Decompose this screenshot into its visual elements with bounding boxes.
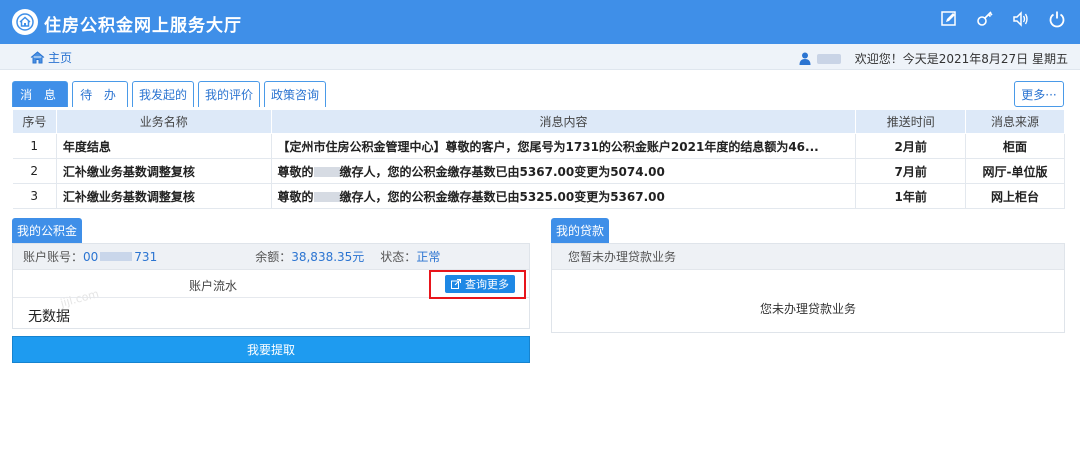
row-content-text-b: 缴存人，您的公积金缴存基数已由5325.00变更为5367.00 <box>339 189 665 204</box>
my-loan-tag: 我的贷款 <box>551 218 610 243</box>
row-name: 年度结息 <box>56 133 272 159</box>
welcome-text: 欢迎您！今天是2021年8月27日 星期五 <box>854 52 1068 66</box>
more-button[interactable]: 更多··· <box>1014 81 1064 107</box>
row-time: 1年前 <box>855 183 967 209</box>
balance-label: 余额： <box>255 250 292 264</box>
row-name: 汇补缴业务基数调整复核 <box>56 158 272 184</box>
row-content-text-b: 缴存人，您的公积金缴存基数已由5367.00变更为5074.00 <box>339 164 665 179</box>
fund-summary-bar: 账户账号： 00 731 余额： 38,838.35元 状态： 正常 <box>13 244 529 270</box>
logo-icon <box>12 9 38 35</box>
col-header-time: 推送时间 <box>855 109 967 134</box>
row-content[interactable]: 尊敬的 缴存人，您的公积金缴存基数已由5325.00变更为5367.00 <box>271 183 857 209</box>
col-header-content: 消息内容 <box>270 109 857 134</box>
top-bar: 住房公积金网上服务大厅 <box>0 0 1080 44</box>
message-table: 序号 业务名称 消息内容 推送时间 消息来源 1 年度结息 【定州市住房公积金管… <box>12 109 1065 209</box>
row-time: 7月前 <box>855 158 967 184</box>
row-content[interactable]: 【定州市住房公积金管理中心】尊敬的客户，您尾号为1731的公积金账户2021年度… <box>271 133 857 159</box>
status-label: 状态： <box>380 250 417 264</box>
message-tabs: 消 息 待 办 我发起的 我的评价 政策咨询 <box>12 81 327 107</box>
welcome-area: 欢迎您！今天是2021年8月27日 星期五 <box>799 50 1068 67</box>
row-content-text: 【定州市住房公积金管理中心】尊敬的客户，您尾号为1731的公积金账户2021年度… <box>277 139 819 154</box>
user-icon <box>799 52 811 65</box>
table-row[interactable]: 3 汇补缴业务基数调整复核 尊敬的 缴存人，您的公积金缴存基数已由5325.00变… <box>12 183 1065 209</box>
home-label: 主页 <box>48 51 73 65</box>
volume-icon[interactable] <box>1010 8 1032 30</box>
status-value: 正常 <box>416 250 441 264</box>
row-content-text-a: 尊敬的 <box>277 164 314 179</box>
row-source: 网厅-单位版 <box>965 158 1065 184</box>
row-content-text-a: 尊敬的 <box>277 189 314 204</box>
withdraw-button[interactable]: 我要提取 <box>12 336 530 363</box>
col-header-name: 业务名称 <box>55 109 272 134</box>
my-fund-tag: 我的公积金 <box>12 218 83 243</box>
row-time: 2月前 <box>855 133 967 159</box>
row-no: 3 <box>12 183 57 209</box>
loan-empty-text: 您未办理贷款业务 <box>759 302 856 316</box>
balance-value: 38,838.35元 <box>291 250 365 264</box>
table-row[interactable]: 2 汇补缴业务基数调整复核 尊敬的 缴存人，您的公积金缴存基数已由5367.00变… <box>12 158 1065 184</box>
power-icon[interactable] <box>1046 8 1068 30</box>
row-content[interactable]: 尊敬的 缴存人，您的公积金缴存基数已由5367.00变更为5074.00 <box>271 158 857 184</box>
tab-todo[interactable]: 待 办 <box>72 81 128 107</box>
row-source: 柜面 <box>965 133 1065 159</box>
app-title: 住房公积金网上服务大厅 <box>44 16 242 36</box>
row-no: 2 <box>12 158 57 184</box>
edit-icon[interactable] <box>938 8 960 30</box>
tab-messages[interactable]: 消 息 <box>12 81 68 107</box>
col-header-no: 序号 <box>12 109 57 134</box>
tab-policy-consult[interactable]: 政策咨询 <box>264 81 327 107</box>
username-redacted <box>816 53 841 64</box>
row-name: 汇补缴业务基数调整复核 <box>56 183 272 209</box>
table-header-row: 序号 业务名称 消息内容 推送时间 消息来源 <box>12 109 1065 134</box>
table-row[interactable]: 1 年度结息 【定州市住房公积金管理中心】尊敬的客户，您尾号为1731的公积金账… <box>12 133 1065 159</box>
tab-my-reviews[interactable]: 我的评价 <box>198 81 261 107</box>
my-loan-panel: 您暂未办理贷款业务 您未办理贷款业务 <box>551 243 1065 333</box>
home-icon <box>30 51 45 64</box>
sub-bar: 主页 欢迎您！今天是2021年8月27日 星期五 <box>0 44 1080 70</box>
highlight-box <box>429 270 526 299</box>
account-redacted <box>100 252 133 261</box>
home-link[interactable]: 主页 <box>30 49 72 66</box>
key-icon[interactable] <box>974 8 996 30</box>
account-label: 账户账号： <box>23 250 84 264</box>
redacted-name <box>313 167 340 177</box>
account-prefix: 00 <box>83 249 99 264</box>
row-no: 1 <box>12 133 57 159</box>
flow-label: 账户流水 <box>189 279 238 293</box>
row-source: 网上柜台 <box>965 183 1065 209</box>
no-data-text: 无数据 <box>28 309 70 325</box>
redacted-name <box>313 192 340 202</box>
loan-header: 您暂未办理贷款业务 <box>552 244 1064 270</box>
col-header-source: 消息来源 <box>965 109 1065 134</box>
tab-initiated[interactable]: 我发起的 <box>132 81 195 107</box>
account-suffix: 731 <box>134 249 158 264</box>
